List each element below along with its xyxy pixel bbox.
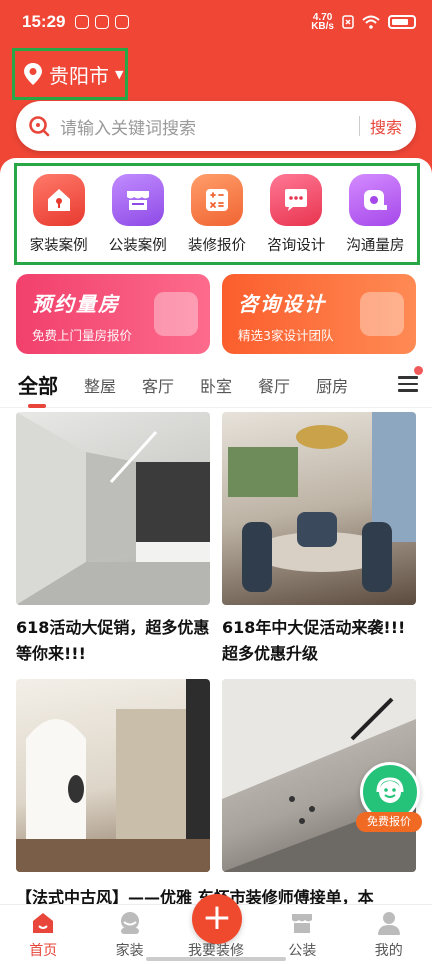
- sim-icon: [342, 15, 354, 29]
- user-icon: [377, 912, 400, 935]
- tabbar-commercial[interactable]: 公装: [267, 910, 337, 960]
- tab-bedroom[interactable]: 卧室: [200, 373, 232, 397]
- house-icon: [32, 173, 85, 226]
- tabbar-profile[interactable]: 我的: [354, 910, 424, 960]
- search-divider: [358, 116, 360, 136]
- chat-icon: [270, 173, 323, 226]
- chat-icon: [360, 292, 404, 336]
- banner-book-measure[interactable]: 预约量房 免费上门量房报价: [16, 274, 210, 354]
- search-button[interactable]: 搜索: [370, 114, 402, 138]
- promo-banners: 预约量房 免费上门量房报价 咨询设计 精选3家设计团队: [16, 274, 416, 354]
- tab-dining-room[interactable]: 餐厅: [258, 373, 290, 397]
- tabbar-home-decor[interactable]: 家装: [95, 910, 165, 960]
- tab-whole-house[interactable]: 整屋: [84, 373, 116, 397]
- tab-kitchen[interactable]: 厨房: [316, 373, 348, 397]
- notification-icon: [75, 15, 90, 29]
- status-bar: 15:29 4.70 KB/s: [0, 0, 432, 44]
- status-app-icons: [75, 15, 130, 29]
- free-quote-float-button[interactable]: 免费报价: [356, 762, 422, 832]
- chevron-down-icon: ▼: [115, 67, 124, 81]
- calculator-icon: [191, 173, 243, 226]
- sofa-icon: [120, 912, 139, 934]
- search-icon: [29, 116, 50, 137]
- feed-card[interactable]: 618年中大促活动来袭!!! 超多优惠升级: [222, 412, 416, 667]
- shop-icon: [111, 173, 164, 226]
- category-design-consult[interactable]: 咨询设计: [257, 173, 336, 255]
- feed-card[interactable]: 618活动大促销，超多优惠等你来!!!: [16, 412, 210, 667]
- case-image: [16, 412, 210, 605]
- wifi-icon: [362, 15, 380, 29]
- plus-icon[interactable]: +: [191, 894, 242, 944]
- battery-icon: [388, 15, 416, 29]
- shop-icon: [292, 914, 313, 933]
- network-speed: 4.70 KB/s: [311, 12, 334, 32]
- city-name: 贵阳市: [49, 63, 109, 88]
- tab-all[interactable]: 全部: [18, 370, 58, 408]
- notification-icon: [115, 15, 130, 29]
- menu-icon[interactable]: [398, 366, 423, 396]
- location-pin-icon: [24, 63, 42, 85]
- search-bar[interactable]: 请输入关键词搜索 搜索: [16, 101, 416, 151]
- category-tabs: 全部 整屋 客厅 卧室 餐厅 厨房: [0, 362, 432, 408]
- bottom-tab-bar: 首页 家装 + 我要装修 公装 我的: [0, 894, 432, 964]
- category-home-cases[interactable]: 家装案例: [19, 173, 98, 255]
- category-renovation-quote[interactable]: 装修报价: [177, 173, 256, 255]
- tape-measure-icon: [154, 292, 198, 336]
- tape-measure-icon: [349, 173, 402, 226]
- banner-design-consult[interactable]: 咨询设计 精选3家设计团队: [222, 274, 416, 354]
- notification-dot: [414, 366, 423, 375]
- category-shortcuts: 家装案例 公装案例 装修报价 咨询设计 沟通量房: [14, 163, 420, 265]
- home-indicator: [146, 957, 286, 961]
- case-image: [222, 412, 416, 605]
- feed-card[interactable]: [16, 679, 210, 872]
- category-commercial-cases[interactable]: 公装案例: [98, 173, 177, 255]
- tabbar-home[interactable]: 首页: [8, 910, 78, 960]
- tab-living-room[interactable]: 客厅: [142, 373, 174, 397]
- location-selector[interactable]: 贵阳市 ▼: [12, 48, 128, 100]
- search-input[interactable]: 请输入关键词搜索: [60, 114, 359, 139]
- status-right: 4.70 KB/s: [311, 12, 416, 32]
- home-icon: [33, 913, 54, 933]
- notification-icon: [95, 15, 110, 29]
- category-measure[interactable]: 沟通量房: [336, 173, 415, 255]
- status-time: 15:29: [22, 12, 66, 31]
- case-image: [16, 679, 210, 872]
